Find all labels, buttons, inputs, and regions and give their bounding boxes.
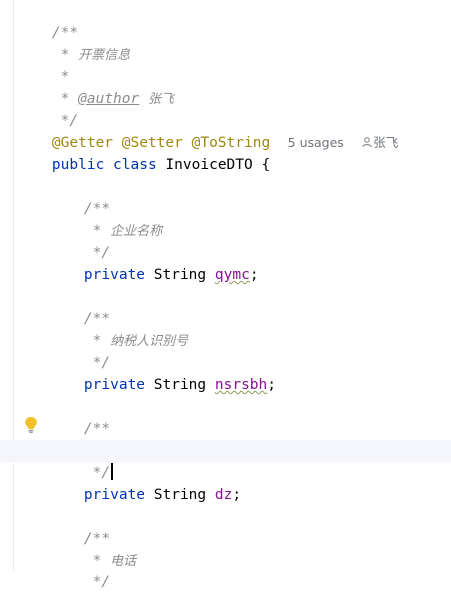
- field-type[interactable]: String: [154, 377, 206, 393]
- class-keyword: class: [113, 157, 157, 173]
- current-line[interactable]: */: [0, 440, 451, 481]
- public-keyword: public: [51, 157, 105, 173]
- private-keyword: private: [83, 377, 146, 393]
- code-line: */: [49, 330, 451, 371]
- field-declaration: private String dz;: [49, 462, 451, 503]
- code-line: * 电话: [49, 528, 451, 569]
- lightbulb-icon[interactable]: [24, 416, 38, 434]
- open-brace: {: [261, 157, 271, 173]
- javadoc-close: */: [83, 574, 111, 590]
- code-line: * 企业名称: [49, 198, 451, 239]
- code-line: */: [17, 88, 451, 129]
- semicolon: ;: [267, 377, 277, 393]
- field-declaration: private String qymc;: [49, 242, 451, 283]
- semicolon: ;: [249, 267, 259, 283]
- annotation-line: @Getter @Setter @ToString 5 usages 张飞: [17, 110, 451, 151]
- private-keyword: private: [83, 487, 146, 503]
- field-type[interactable]: String: [154, 267, 206, 283]
- code-line: /**: [49, 506, 451, 547]
- code-line: * 地址: [49, 418, 451, 459]
- code-line: /**: [49, 396, 451, 437]
- semicolon: ;: [232, 487, 242, 503]
- code-line: */: [49, 220, 451, 261]
- code-line: * 纳税人识别号: [49, 308, 451, 349]
- field-name[interactable]: nsrsbh: [215, 377, 267, 393]
- code-line: * 开票信息: [17, 22, 451, 63]
- code-line: /**: [49, 176, 451, 217]
- private-keyword: private: [83, 267, 146, 283]
- code-editor[interactable]: /** * 开票信息 * * @author 张飞 */ @Getter @Se…: [0, 0, 451, 590]
- field-name[interactable]: dz: [215, 487, 232, 503]
- class-name[interactable]: InvoiceDTO: [165, 157, 252, 173]
- field-declaration: private String nsrsbh;: [49, 352, 451, 393]
- code-line: */: [49, 549, 451, 590]
- code-line: * @author 张飞: [17, 66, 451, 107]
- code-line: *: [17, 44, 451, 85]
- code-line: /**: [49, 286, 451, 327]
- code-line: /**: [17, 0, 451, 41]
- class-declaration-line: public class InvoiceDTO {: [17, 132, 451, 173]
- field-type[interactable]: String: [154, 487, 206, 503]
- field-name[interactable]: qymc: [215, 267, 250, 283]
